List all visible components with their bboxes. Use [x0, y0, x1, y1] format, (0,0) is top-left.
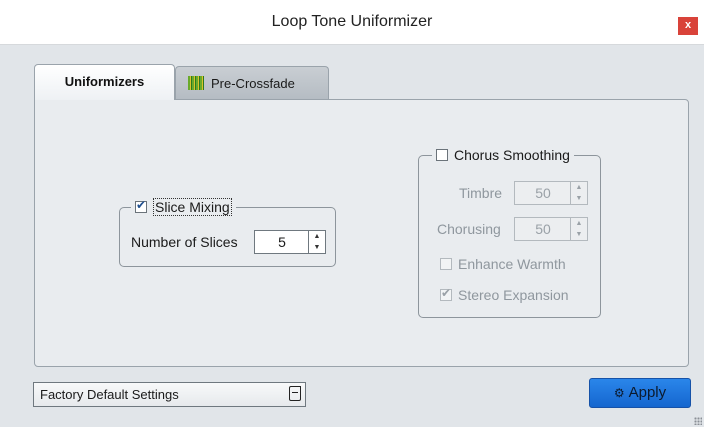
tab-uniformizers[interactable]: Uniformizers [34, 64, 175, 100]
slice-mixing-checkbox[interactable] [135, 198, 147, 213]
chorus-smoothing-checkbox[interactable] [436, 149, 448, 161]
timbre-label: Timbre [459, 185, 503, 201]
spin-arrows-icon[interactable]: ▲ ▼ [570, 218, 587, 240]
chorus-smoothing-legend[interactable]: Chorus Smoothing [432, 147, 574, 163]
tab-uniformizers-label: Uniformizers [64, 74, 145, 89]
chorus-smoothing-label: Chorus Smoothing [454, 147, 570, 163]
timbre-value[interactable]: 50 [515, 182, 571, 204]
preset-document-icon[interactable] [289, 386, 301, 401]
gears-icon: ⚙ [613, 386, 625, 400]
number-of-slices-label: Number of Slices [131, 234, 238, 250]
slice-mixing-label: Slice Mixing [153, 198, 232, 216]
slice-mixing-legend[interactable]: Slice Mixing [131, 198, 236, 216]
enhance-warmth-option[interactable]: Enhance Warmth [440, 256, 566, 272]
chorusing-label: Chorusing [437, 221, 501, 237]
close-button[interactable]: x [678, 17, 698, 35]
spin-arrows-icon[interactable]: ▲ ▼ [308, 231, 325, 253]
timbre-spinbox[interactable]: 50 ▲ ▼ [514, 181, 588, 205]
stereo-expansion-label: Stereo Expansion [458, 287, 569, 303]
enhance-warmth-label: Enhance Warmth [458, 256, 566, 272]
stereo-expansion-checkbox[interactable] [440, 286, 452, 301]
stereo-expansion-option[interactable]: Stereo Expansion [440, 286, 569, 303]
tab-pre-crossfade-label: Pre-Crossfade [211, 76, 295, 91]
chorusing-spinbox[interactable]: 50 ▲ ▼ [514, 217, 588, 241]
number-of-slices-value[interactable]: 5 [255, 231, 309, 253]
tab-pre-crossfade[interactable]: Pre-Crossfade [175, 66, 329, 99]
preset-label: Factory Default Settings [40, 387, 179, 402]
resize-grip-icon[interactable] [694, 417, 702, 425]
waveform-bars-icon [188, 76, 204, 91]
apply-label: Apply [628, 384, 667, 401]
enhance-warmth-checkbox[interactable] [440, 258, 452, 270]
spin-arrows-icon[interactable]: ▲ ▼ [570, 182, 587, 204]
chorusing-value[interactable]: 50 [515, 218, 571, 240]
title-bar: Loop Tone Uniformizer x [0, 0, 704, 45]
dialog-window: Loop Tone Uniformizer x Uniformizers Pre… [0, 0, 704, 427]
preset-menu[interactable]: Factory Default Settings [33, 382, 306, 407]
window-title: Loop Tone Uniformizer [271, 13, 433, 30]
apply-button[interactable]: ⚙ Apply [589, 378, 691, 408]
number-of-slices-spinbox[interactable]: 5 ▲ ▼ [254, 230, 326, 254]
